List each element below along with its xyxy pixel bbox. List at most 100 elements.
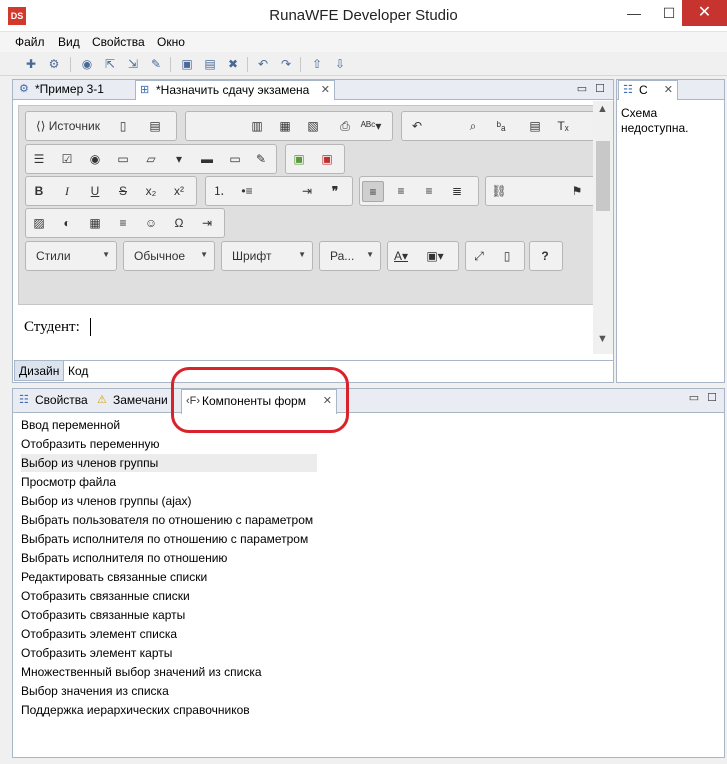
- minimize-pane-icon[interactable]: ▭: [575, 82, 589, 96]
- upload-icon[interactable]: ⇧: [308, 56, 326, 73]
- tab-schema[interactable]: ☷ С ✕: [618, 80, 678, 100]
- checkbox-icon[interactable]: ☑: [56, 149, 78, 170]
- scroll-up-icon[interactable]: ▲: [597, 103, 608, 115]
- menu-view[interactable]: Вид: [58, 35, 80, 49]
- scroll-thumb[interactable]: [596, 141, 610, 211]
- close-button[interactable]: ✕: [682, 0, 727, 26]
- globe-icon[interactable]: ◉: [78, 56, 96, 73]
- remove-format-icon[interactable]: Tₓ: [552, 116, 574, 137]
- align-center-icon[interactable]: ≡: [390, 181, 412, 202]
- source-button[interactable]: ⟨⟩ Источник: [30, 116, 106, 137]
- page-break-icon[interactable]: ⇥: [196, 213, 218, 234]
- link-icon[interactable]: ⛓: [488, 181, 510, 202]
- superscript-icon[interactable]: x²: [168, 181, 190, 202]
- undo-icon[interactable]: ↶: [254, 56, 272, 73]
- list-item[interactable]: Отобразить связанные карты: [21, 606, 185, 624]
- list-item[interactable]: Отобразить элемент списка: [21, 625, 177, 643]
- add-component-icon[interactable]: ▣: [288, 149, 310, 170]
- bulleted-list-icon[interactable]: •≡: [236, 181, 258, 202]
- list-item[interactable]: Просмотр файла: [21, 473, 116, 491]
- numbered-list-icon[interactable]: ⒈: [208, 181, 230, 202]
- italic-icon[interactable]: I: [56, 181, 78, 202]
- list-item[interactable]: Ввод переменной: [21, 416, 120, 434]
- menu-window[interactable]: Окно: [157, 35, 185, 49]
- import-icon[interactable]: ⇲: [124, 56, 142, 73]
- close-tab-icon[interactable]: ✕: [321, 81, 330, 100]
- menu-properties[interactable]: Свойства: [92, 35, 145, 49]
- table-icon[interactable]: ▦: [84, 213, 106, 234]
- download-icon[interactable]: ⇩: [331, 56, 349, 73]
- save-all-icon[interactable]: ▤: [201, 56, 219, 73]
- button-icon[interactable]: ▬: [196, 149, 218, 170]
- list-item[interactable]: Поддержка иерархических справочников: [21, 701, 250, 719]
- list-item[interactable]: Отобразить переменную: [21, 435, 159, 453]
- tab-code[interactable]: Код: [64, 361, 92, 381]
- image-icon[interactable]: ▨: [28, 213, 50, 234]
- close-tab-icon[interactable]: ✕: [664, 81, 673, 100]
- list-item[interactable]: Выбор из членов группы: [21, 454, 317, 472]
- special-char-icon[interactable]: Ω: [168, 213, 190, 234]
- form-icon[interactable]: ☰: [28, 149, 50, 170]
- format-combo[interactable]: Обычное ▼: [123, 241, 215, 271]
- hidden-field-icon[interactable]: ✎: [250, 149, 272, 170]
- smiley-icon[interactable]: ☺: [140, 213, 162, 234]
- text-color-icon[interactable]: A▾: [390, 246, 412, 267]
- paste-word-icon[interactable]: ▧: [302, 116, 324, 137]
- help-icon[interactable]: ?: [534, 246, 556, 267]
- tab-design[interactable]: Дизайн: [14, 361, 65, 381]
- minimize-pane-icon[interactable]: ▭: [687, 391, 701, 405]
- tab-remarks[interactable]: ⚠ Замечани: [93, 389, 181, 413]
- list-item[interactable]: Выбрать исполнителя по отношению: [21, 549, 227, 567]
- list-item[interactable]: Множественный выбор значений из списка: [21, 663, 262, 681]
- deploy-icon[interactable]: ⇱: [101, 56, 119, 73]
- find-icon[interactable]: ⌕: [462, 116, 484, 137]
- justify-icon[interactable]: ≣: [446, 181, 468, 202]
- styles-combo[interactable]: Стили ▼: [25, 241, 117, 271]
- scroll-down-icon[interactable]: ▼: [597, 333, 608, 345]
- minimize-button[interactable]: —: [614, 0, 654, 26]
- maximize-pane-icon[interactable]: ☐: [593, 82, 607, 96]
- replace-icon[interactable]: ᵇₐ: [490, 116, 512, 137]
- select-icon[interactable]: ▾: [168, 149, 190, 170]
- bold-icon[interactable]: B: [28, 181, 50, 202]
- textfield-icon[interactable]: ▭: [112, 149, 134, 170]
- save-icon[interactable]: ▣: [178, 56, 196, 73]
- list-item[interactable]: Выбрать пользователя по отношению с пара…: [21, 511, 313, 529]
- delete-icon[interactable]: ✖: [224, 56, 242, 73]
- settings-icon[interactable]: ⚙: [45, 56, 63, 73]
- list-item[interactable]: Выбрать исполнителя по отношению с парам…: [21, 530, 308, 548]
- list-item[interactable]: Выбор из членов группы (ajax): [21, 492, 192, 510]
- list-item[interactable]: Редактировать связанные списки: [21, 568, 207, 586]
- remove-component-icon[interactable]: ▣: [316, 149, 338, 170]
- editor-content[interactable]: Студент:: [18, 305, 604, 353]
- align-left-icon[interactable]: ≡: [362, 181, 384, 202]
- radio-icon[interactable]: ◉: [84, 149, 106, 170]
- maximize-editor-icon[interactable]: ⤢: [468, 246, 490, 267]
- subscript-icon[interactable]: x₂: [140, 181, 162, 202]
- textarea-icon[interactable]: ▱: [140, 149, 162, 170]
- align-right-icon[interactable]: ≡: [418, 181, 440, 202]
- horizontal-line-icon[interactable]: ≡: [112, 213, 134, 234]
- show-blocks-icon[interactable]: ▯: [496, 246, 518, 267]
- list-item[interactable]: Отобразить связанные списки: [21, 587, 190, 605]
- redo-icon[interactable]: ↷: [277, 56, 295, 73]
- size-combo[interactable]: Ра... ▼: [319, 241, 381, 271]
- flash-icon[interactable]: ◐: [56, 213, 78, 234]
- undo-edit-icon[interactable]: ↶: [406, 116, 428, 137]
- paste-icon[interactable]: ▥: [246, 116, 268, 137]
- image-button-icon[interactable]: ▭: [224, 149, 246, 170]
- tab-properties[interactable]: ☷ Свойства: [15, 389, 93, 413]
- maximize-pane-icon[interactable]: ☐: [705, 391, 719, 405]
- menu-file[interactable]: Файл: [15, 35, 45, 49]
- spellcheck-icon[interactable]: ᴬᴮᶜ▾: [360, 116, 382, 137]
- list-item[interactable]: Отобразить элемент карты: [21, 644, 172, 662]
- template-icon[interactable]: ▤: [144, 116, 166, 137]
- select-all-icon[interactable]: ▤: [524, 116, 546, 137]
- font-combo[interactable]: Шрифт ▼: [221, 241, 313, 271]
- paste-text-icon[interactable]: ▦: [274, 116, 296, 137]
- tab-assign-exam[interactable]: ⊞ *Назначить сдачу экзамена ✕: [135, 80, 335, 100]
- list-item[interactable]: Выбор значения из списка: [21, 682, 169, 700]
- indent-icon[interactable]: ⇥: [296, 181, 318, 202]
- underline-icon[interactable]: U: [84, 181, 106, 202]
- new-page-icon[interactable]: ▯: [112, 116, 134, 137]
